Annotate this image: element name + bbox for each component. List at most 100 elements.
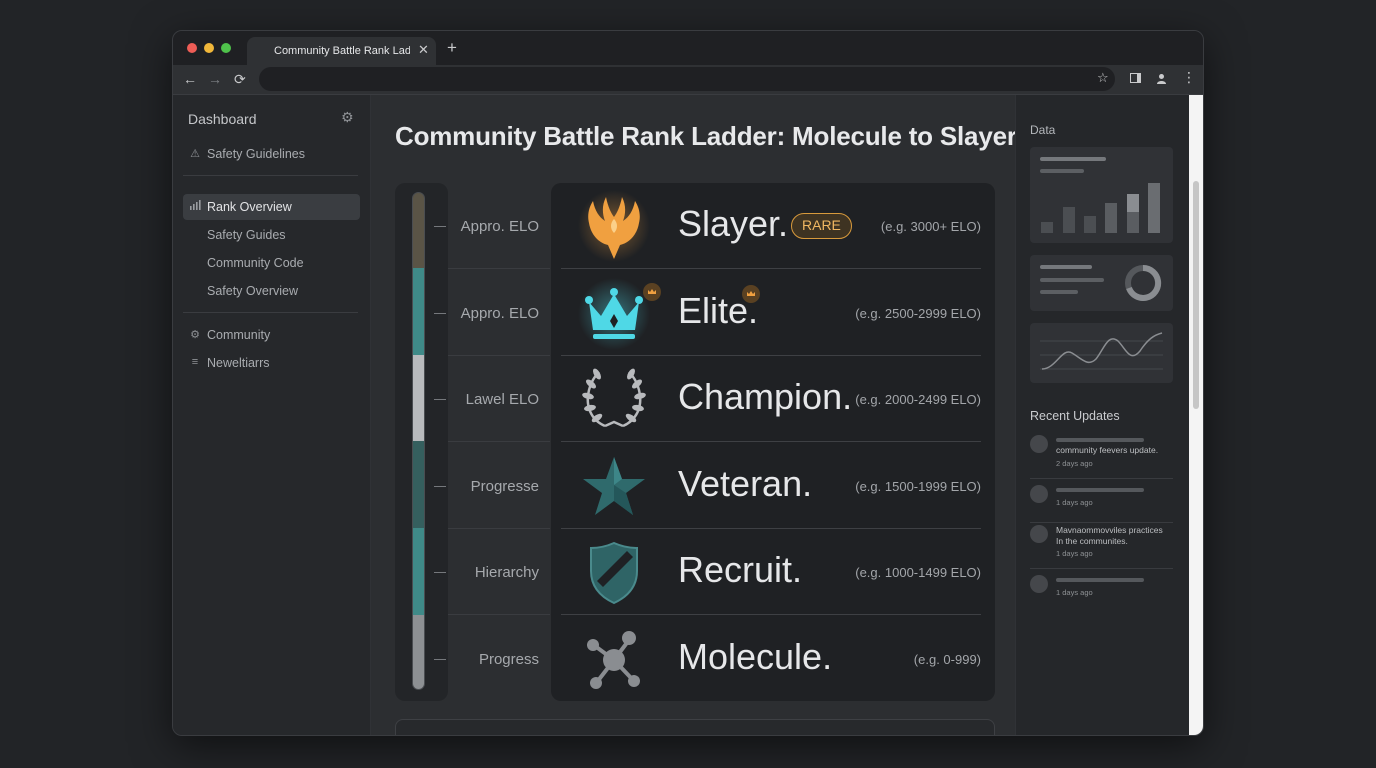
rank-name: Champion.	[678, 376, 853, 417]
scrollbar-thumb[interactable]	[1193, 181, 1199, 409]
sidebar-item-label: Community Code	[207, 256, 304, 270]
phoenix-icon	[575, 189, 653, 263]
update-item[interactable]: community feevers update. 2 days ago	[1030, 433, 1173, 479]
forward-icon[interactable]: →	[208, 71, 222, 87]
level-row: Lawel ELO	[434, 356, 550, 442]
back-icon[interactable]: ←	[183, 71, 197, 87]
address-bar[interactable]	[259, 67, 1115, 91]
sidebar-item-label: Community	[207, 328, 271, 342]
update-item[interactable]: 1 days ago	[1030, 573, 1173, 619]
sidebar-item-label: Neweltiarrs	[207, 356, 270, 370]
level-row: Progresse	[434, 443, 550, 529]
sidebar-item-label: Safety Guidelines	[207, 147, 305, 161]
progress-track	[395, 183, 448, 701]
update-text: In the communites.	[1056, 536, 1128, 546]
avatar	[1030, 435, 1048, 453]
side-panel-icon[interactable]	[1130, 73, 1141, 83]
level-tick	[434, 226, 446, 227]
level-label: Progresse	[470, 478, 539, 495]
progress-segment	[413, 615, 424, 689]
progress-segment	[413, 528, 424, 615]
bar-chart-icon	[189, 200, 201, 213]
mini-crown-icon	[643, 283, 661, 301]
browser-menu-icon[interactable]: ⋮	[1182, 69, 1196, 86]
right-sidebar: Data Recent Updates community feevers up…	[1015, 95, 1189, 735]
rank-elo-range: (e.g. 2000-2499 ELO)	[855, 392, 981, 407]
reload-icon[interactable]: ⟳	[234, 71, 246, 87]
update-item[interactable]: Mavnaommovviles practices In the communi…	[1030, 523, 1173, 569]
level-tick	[434, 659, 446, 660]
level-label: Lawel ELO	[465, 391, 539, 408]
update-item[interactable]: 1 days ago	[1030, 483, 1173, 523]
level-label: Appro. ELO	[460, 218, 539, 235]
level-labels: Appro. ELO Appro. ELO Lawel ELO Progress…	[434, 183, 550, 702]
close-window-button[interactable]	[187, 43, 197, 53]
mini-crown-icon	[742, 285, 760, 303]
rank-elo-range: (e.g. 0-999)	[913, 652, 981, 667]
update-time: 1 days ago	[1056, 549, 1093, 558]
minimize-window-button[interactable]	[204, 43, 214, 53]
sidebar-item-safety-guides[interactable]: Safety Guides	[183, 222, 360, 248]
sidebar-item-community-code[interactable]: Community Code	[183, 250, 360, 276]
content-card	[395, 719, 995, 735]
level-label: Appro. ELO	[460, 305, 539, 322]
rare-badge: RARE	[791, 213, 852, 239]
sidebar-title: Dashboard	[188, 111, 257, 127]
rank-name: Slayer.	[678, 203, 789, 244]
sidebar-item-community[interactable]: ⚙ Community	[183, 322, 360, 348]
sidebar-item-label: Safety Guides	[207, 228, 286, 242]
rank-row-champion[interactable]: Champion. (e.g. 2000-2499 ELO)	[561, 356, 981, 442]
progress-segment	[413, 268, 424, 355]
sidebar-item-newsletters[interactable]: ≡ Neweltiarrs	[183, 350, 360, 376]
warning-icon: ⚠	[190, 148, 200, 160]
avatar	[1030, 525, 1048, 543]
page-title: Community Battle Rank Ladder: Molecule t…	[395, 121, 1017, 151]
level-tick	[434, 313, 446, 314]
sidebar-item-label: Safety Overview	[207, 284, 299, 298]
sidebar-item-rank-overview[interactable]: Rank Overview	[183, 194, 360, 220]
browser-toolbar: ← → ⟳ ☆ ⋮	[173, 65, 1203, 95]
level-row: Progress	[434, 616, 550, 702]
rank-row-molecule[interactable]: Molecule. (e.g. 0-999)	[561, 616, 981, 702]
level-label: Progress	[478, 651, 539, 668]
star-icon	[575, 449, 653, 523]
level-label: Hierarchy	[474, 564, 539, 581]
sidebar-item-label: Rank Overview	[207, 200, 292, 214]
rank-row-recruit[interactable]: Recruit. (e.g. 1000-1499 ELO)	[561, 529, 981, 615]
rank-ladder-panel: Slayer. RARE (e.g. 3000+ ELO) Elite. (e.…	[551, 183, 995, 701]
crown-icon	[575, 276, 653, 350]
update-time: 2 days ago	[1056, 459, 1093, 468]
bookmark-star-icon[interactable]: ☆	[1097, 70, 1109, 86]
rank-row-elite[interactable]: Elite. (e.g. 2500-2999 ELO)	[561, 270, 981, 356]
recent-updates-title: Recent Updates	[1030, 409, 1120, 423]
rank-row-slayer[interactable]: Slayer. RARE (e.g. 3000+ ELO)	[561, 183, 981, 269]
list-icon: ≡	[191, 356, 199, 368]
avatar	[1030, 575, 1048, 593]
browser-window: Community Battle Rank Ladder: Molecule t…	[172, 30, 1204, 736]
sidebar-item-safety-guidelines[interactable]: ⚠ Safety Guidelines	[183, 141, 360, 167]
scrollbar[interactable]	[1189, 95, 1203, 735]
settings-gear-icon[interactable]: ⚙	[341, 109, 354, 126]
maximize-window-button[interactable]	[221, 43, 231, 53]
sidebar-item-safety-overview[interactable]: Safety Overview	[183, 278, 360, 304]
update-placeholder-line	[1056, 488, 1144, 492]
rank-row-veteran[interactable]: Veteran. (e.g. 1500-1999 ELO)	[561, 443, 981, 529]
tab-close-icon[interactable]: ✕	[418, 42, 429, 58]
rank-elo-range: (e.g. 3000+ ELO)	[880, 219, 981, 234]
update-text: community feevers update.	[1056, 445, 1159, 455]
rank-name: Veteran.	[678, 463, 813, 504]
new-tab-button[interactable]: +	[447, 39, 457, 56]
tab-title: Community Battle Rank Ladder: Molecule t…	[274, 45, 410, 57]
shield-icon	[575, 535, 653, 609]
profile-icon[interactable]	[1156, 73, 1167, 84]
browser-tab[interactable]: Community Battle Rank Ladder: Molecule t…	[247, 37, 436, 65]
bar-chart-widget[interactable]	[1030, 147, 1173, 243]
progress-segment	[413, 193, 424, 268]
progress-segment	[413, 441, 424, 528]
left-sidebar: Dashboard ⚙ ⚠ Safety Guidelines Rank Ove…	[173, 95, 371, 735]
rank-elo-range: (e.g. 1500-1999 ELO)	[855, 479, 981, 494]
rank-progress-bar	[412, 192, 425, 690]
line-chart-widget[interactable]	[1030, 323, 1173, 383]
sidebar-divider	[183, 175, 358, 176]
donut-chart-widget[interactable]	[1030, 255, 1173, 311]
